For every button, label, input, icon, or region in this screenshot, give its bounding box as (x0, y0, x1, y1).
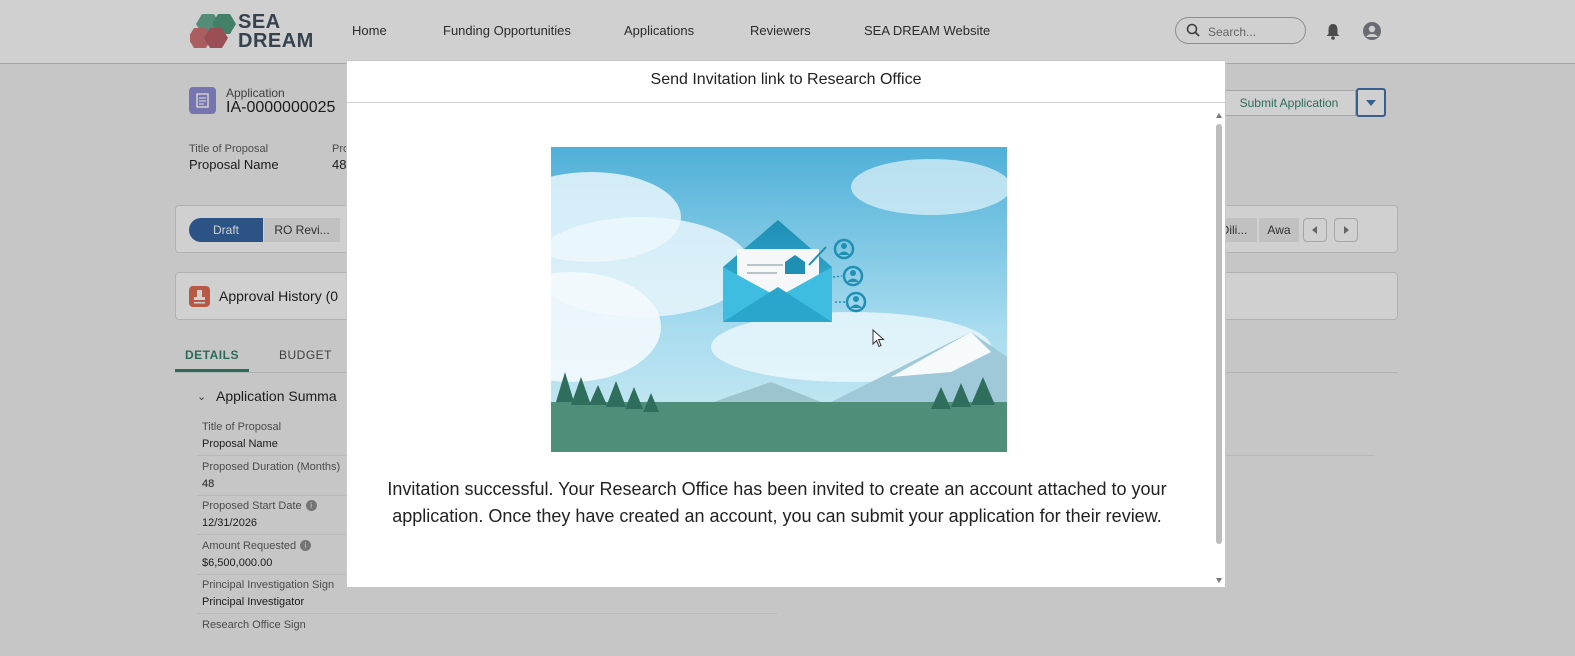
modal-header: Send Invitation link to Research Office (347, 61, 1225, 103)
invitation-envelope-illustration (551, 147, 1007, 452)
invitation-modal: Send Invitation link to Research Office (346, 60, 1226, 588)
modal-body: Invitation successful. Your Research Off… (347, 104, 1225, 587)
invitation-success-message: Invitation successful. Your Research Off… (387, 479, 1167, 526)
mouse-cursor-icon (872, 329, 885, 348)
modal-title: Send Invitation link to Research Office (650, 71, 922, 88)
scrollbar-thumb[interactable] (1216, 124, 1222, 544)
modal-scrollbar[interactable] (1215, 112, 1223, 584)
